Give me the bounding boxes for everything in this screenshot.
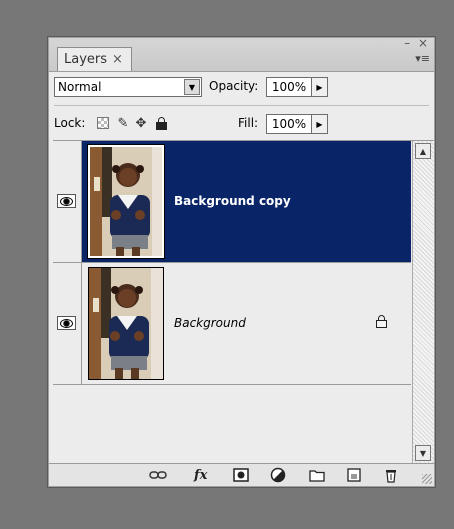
bottom-toolbar: fx — [49, 463, 434, 486]
scrollbar[interactable]: ▲ ▼ — [412, 141, 434, 464]
trash-icon[interactable] — [385, 466, 397, 484]
lock-icon[interactable] — [153, 115, 169, 131]
layer-thumbnail — [88, 267, 164, 380]
layer-name[interactable]: Background copy — [174, 194, 291, 208]
layer-name[interactable]: Background — [174, 316, 246, 330]
lock-icon — [375, 315, 387, 329]
lock-fill-row: Lock: ✎ ✥ Fill: 100% ▶ — [54, 113, 429, 135]
panel-menu-icon[interactable]: ▾≡ — [415, 52, 430, 65]
opacity-slider-button[interactable]: ▶ — [311, 77, 328, 97]
layers-list: Background copy Background ▲ ▼ — [53, 140, 434, 464]
blend-opacity-row: Normal ▼ Opacity: 100% ▶ — [54, 77, 429, 99]
checker-icon[interactable] — [95, 115, 111, 131]
eye-icon[interactable] — [57, 194, 76, 208]
fill-label: Fill: — [238, 116, 259, 130]
blend-mode-value: Normal — [58, 80, 102, 94]
tab-layers[interactable]: Layers × — [57, 47, 132, 71]
layers-panel: Layers × – × ▾≡ Normal ▼ Opacity: 100% ▶… — [47, 36, 436, 488]
layer-thumbnail — [87, 144, 165, 259]
layer-row-background[interactable]: Background — [53, 263, 411, 385]
opacity-label: Opacity: — [209, 79, 259, 93]
panel-titlebar: Layers × – × ▾≡ — [49, 36, 434, 72]
scroll-up-icon[interactable]: ▲ — [415, 143, 431, 159]
opacity-input[interactable]: 100% — [266, 77, 312, 97]
visibility-cell — [53, 263, 82, 384]
scroll-down-icon[interactable]: ▼ — [415, 445, 431, 461]
lock-label: Lock: — [54, 116, 86, 130]
eye-icon[interactable] — [57, 316, 76, 330]
photo-thumbnail — [89, 268, 163, 379]
chevron-down-icon[interactable]: ▼ — [184, 79, 200, 95]
window-controls[interactable]: – × — [404, 36, 430, 50]
resize-grip[interactable] — [422, 474, 432, 484]
blend-mode-select[interactable]: Normal ▼ — [54, 77, 202, 97]
tab-label: Layers — [64, 52, 108, 67]
divider — [54, 105, 429, 106]
layer-row-background-copy[interactable]: Background copy — [53, 141, 411, 263]
mask-icon[interactable] — [233, 466, 249, 484]
fx-icon[interactable]: fx — [194, 466, 207, 484]
link-icon[interactable] — [149, 466, 167, 484]
fill-slider-button[interactable]: ▶ — [311, 114, 328, 134]
new-layer-icon[interactable] — [347, 466, 361, 484]
fill-input[interactable]: 100% — [266, 114, 312, 134]
brush-icon[interactable]: ✎ — [115, 115, 131, 131]
visibility-cell — [53, 141, 82, 262]
folder-icon[interactable] — [309, 466, 325, 484]
photo-thumbnail — [90, 147, 162, 256]
move-icon[interactable]: ✥ — [133, 115, 149, 131]
close-tab-icon[interactable]: × — [112, 52, 123, 67]
adjustment-icon[interactable] — [270, 466, 286, 484]
